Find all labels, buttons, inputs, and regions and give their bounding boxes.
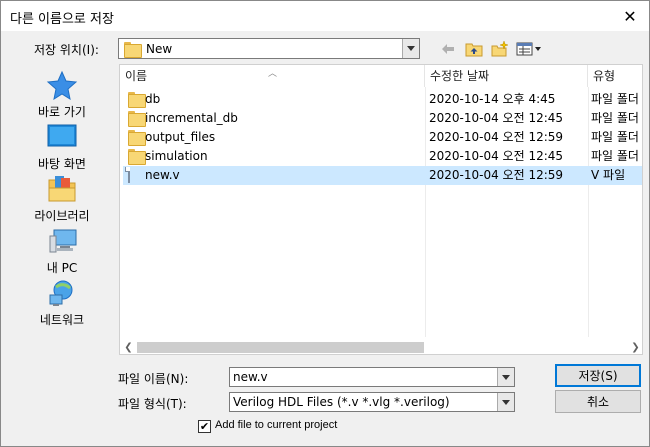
file-date: 2020-10-14 오후 4:45 <box>429 92 556 106</box>
new-folder-button[interactable] <box>490 40 510 58</box>
filetype-label: 파일 형식(T): <box>118 397 187 411</box>
filename-label: 파일 이름(N): <box>118 372 189 386</box>
file-name: db <box>145 92 161 106</box>
place-label: 바로 가기 <box>38 105 86 119</box>
place-network[interactable]: 네트워크 <box>18 278 106 328</box>
dialog-title: 다른 이름으로 저장 <box>10 12 114 27</box>
place-quick-access[interactable]: 바로 가기 <box>18 70 106 120</box>
file-row-simulation[interactable]: simulation 2020-10-04 오전 12:45 파일 폴더 <box>123 147 642 166</box>
chevron-down-icon <box>407 46 415 51</box>
file-type: 파일 폴더 <box>591 130 639 144</box>
close-button[interactable]: ✕ <box>611 1 649 31</box>
desktop-icon <box>46 122 78 152</box>
sort-up-icon: ︿ <box>268 69 278 79</box>
column-type-label: 유형 <box>593 69 616 83</box>
place-label: 라이브러리 <box>34 209 90 223</box>
network-icon <box>46 278 78 308</box>
filetype-select[interactable]: Verilog HDL Files (*.v *.vlg *.verilog) <box>229 392 515 412</box>
column-header-name[interactable]: 이름 ︿ <box>120 65 425 87</box>
save-location-value: New <box>146 41 173 56</box>
chevron-left-icon: ❮ <box>124 342 133 353</box>
column-header-date[interactable]: 수정한 날짜 <box>425 65 588 87</box>
up-folder-icon <box>465 43 483 57</box>
place-this-pc[interactable]: 내 PC <box>18 226 106 276</box>
cancel-button-label: 취소 <box>586 395 610 409</box>
file-list-header: 이름 ︿ 수정한 날짜 유형 <box>120 65 642 87</box>
cancel-button[interactable]: 취소 <box>555 390 641 413</box>
place-desktop[interactable]: 바탕 화면 <box>18 122 106 172</box>
file-date: 2020-10-04 오전 12:45 <box>429 149 564 163</box>
libraries-icon <box>46 174 78 204</box>
file-type: 파일 폴더 <box>591 92 639 106</box>
file-type: 파일 폴더 <box>591 111 639 125</box>
scroll-left-button[interactable]: ❮ <box>120 339 137 354</box>
file-name: new.v <box>145 168 180 182</box>
place-label: 네트워크 <box>39 313 85 327</box>
file-name: output_files <box>145 130 216 144</box>
file-type: 파일 폴더 <box>591 149 639 163</box>
file-icon <box>128 167 130 183</box>
scroll-right-button[interactable]: ❯ <box>627 339 642 354</box>
filename-value: new.v <box>233 370 268 384</box>
pc-icon <box>46 226 78 256</box>
file-row-new-v[interactable]: new.v 2020-10-04 오전 12:59 V 파일 <box>123 166 642 185</box>
title-bar: 다른 이름으로 저장 ✕ <box>1 1 649 31</box>
toolbar <box>438 39 542 59</box>
places-bar: 바로 가기 바탕 화면 라이브러리 내 PC 네트워크 <box>18 64 106 354</box>
save-as-dialog: 다른 이름으로 저장 ✕ 저장 위치(I): New 바로 가기 바탕 화면 라… <box>0 0 650 447</box>
chevron-down-icon <box>502 374 510 380</box>
chevron-right-icon: ❯ <box>631 342 640 353</box>
column-name-label: 이름 <box>125 69 148 83</box>
save-location-label: 저장 위치(I): <box>34 43 99 57</box>
back-arrow-icon <box>442 44 454 54</box>
file-name: simulation <box>145 149 208 163</box>
filename-input[interactable]: new.v <box>229 367 515 387</box>
close-icon: ✕ <box>623 6 637 26</box>
save-location-dropdown-button[interactable] <box>402 39 419 58</box>
file-list[interactable]: 이름 ︿ 수정한 날짜 유형 db 2020-10-14 오후 4:45 파일 … <box>119 64 643 355</box>
file-row-incremental-db[interactable]: incremental_db 2020-10-04 오전 12:45 파일 폴더 <box>123 109 642 128</box>
view-menu-icon <box>516 42 541 56</box>
filetype-dropdown-button[interactable] <box>497 393 514 411</box>
file-name: incremental_db <box>145 111 238 125</box>
new-folder-icon <box>491 41 509 57</box>
column-header-type[interactable]: 유형 <box>588 65 642 87</box>
place-libraries[interactable]: 라이브러리 <box>18 174 106 224</box>
column-date-label: 수정한 날짜 <box>430 69 490 83</box>
add-to-project-label: Add file to current project <box>215 419 338 431</box>
place-label: 내 PC <box>46 261 78 275</box>
up-folder-button[interactable] <box>464 40 484 58</box>
file-type: V 파일 <box>591 168 626 182</box>
star-icon <box>46 70 78 101</box>
save-button[interactable]: 저장(S) <box>555 364 641 387</box>
file-date: 2020-10-04 오전 12:45 <box>429 111 564 125</box>
view-menu-button[interactable] <box>516 40 542 58</box>
add-to-project-checkbox[interactable]: ✔ <box>198 420 211 433</box>
file-row-output-files[interactable]: output_files 2020-10-04 오전 12:59 파일 폴더 <box>123 128 642 147</box>
horizontal-scrollbar[interactable]: ❮ ❯ <box>120 339 642 354</box>
save-button-label: 저장(S) <box>578 369 618 383</box>
filename-dropdown-button[interactable] <box>497 368 514 386</box>
file-date: 2020-10-04 오전 12:59 <box>429 168 564 182</box>
file-row-db[interactable]: db 2020-10-14 오후 4:45 파일 폴더 <box>123 90 642 109</box>
chevron-down-icon <box>502 399 510 405</box>
back-button[interactable] <box>438 40 458 58</box>
save-location-combo[interactable]: New <box>118 38 420 59</box>
filetype-value: Verilog HDL Files (*.v *.vlg *.verilog) <box>233 395 450 409</box>
folder-icon <box>124 41 142 58</box>
place-label: 바탕 화면 <box>38 157 86 171</box>
file-date: 2020-10-04 오전 12:59 <box>429 130 564 144</box>
checkmark-icon: ✔ <box>199 420 210 433</box>
scrollbar-thumb[interactable] <box>137 342 424 353</box>
